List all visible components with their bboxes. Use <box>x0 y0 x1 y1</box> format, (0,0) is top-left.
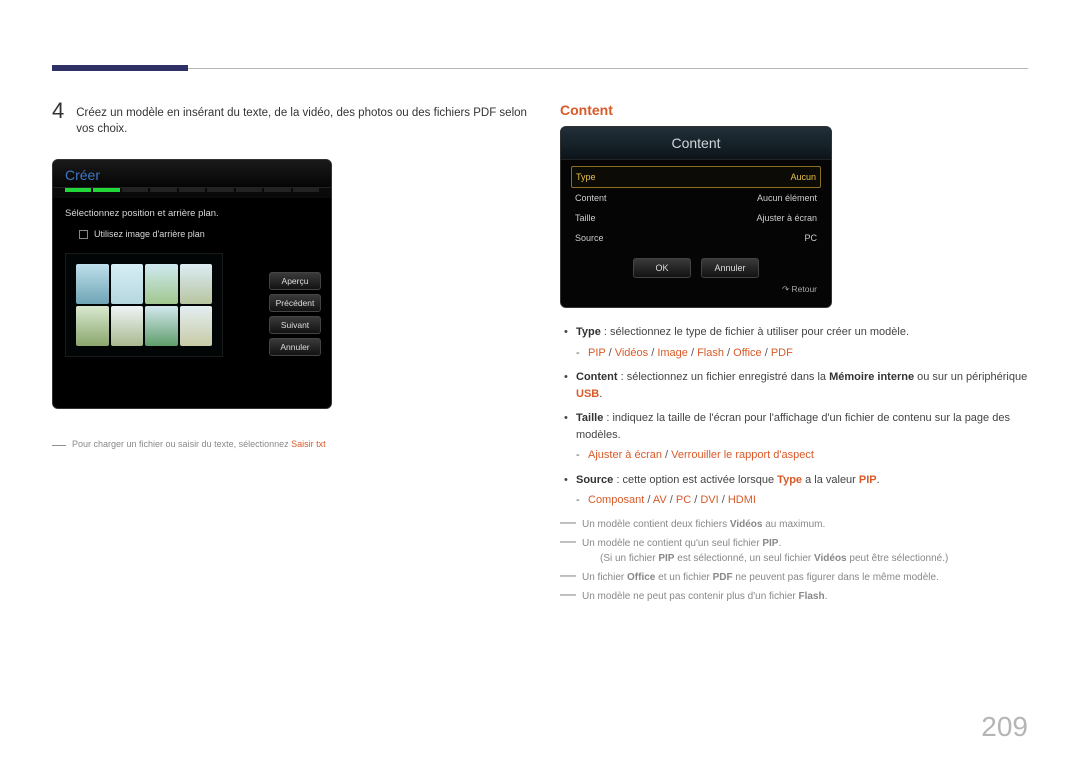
retour-label: Retour <box>791 284 817 294</box>
step-4: 4 Créez un modèle en insérant du texte, … <box>52 98 528 137</box>
content-heading: Content <box>560 102 1030 118</box>
source-label: Source <box>575 233 604 243</box>
annuler-button[interactable]: Annuler <box>269 338 321 356</box>
notes-block: ―Un modèle contient deux fichiers Vidéos… <box>560 517 1030 604</box>
sub-type-values: PIP / Vidéos / Image / Flash / Office / … <box>576 345 1030 362</box>
content-value: Aucun élément <box>757 193 817 203</box>
note-2: ―Un modèle ne contient qu'un seul fichie… <box>560 536 1030 566</box>
left-column: 4 Créez un modèle en insérant du texte, … <box>52 98 528 449</box>
annuler-content-button[interactable]: Annuler <box>701 258 759 278</box>
sub-source-values: Composant / AV / PC / DVI / HDMI <box>576 492 1030 509</box>
row-taille[interactable]: Taille Ajuster à écran <box>571 208 821 228</box>
ok-button[interactable]: OK <box>633 258 691 278</box>
sub-taille-values: Ajuster à écran / Verrouiller le rapport… <box>576 447 1030 464</box>
suivant-button[interactable]: Suivant <box>269 316 321 334</box>
creer-instruction: Sélectionnez position et arrière plan. <box>65 208 319 219</box>
row-type[interactable]: Type Aucun <box>571 166 821 188</box>
apercu-button[interactable]: Aperçu <box>269 272 321 290</box>
taille-label: Taille <box>575 213 596 223</box>
footnote-text: Pour charger un fichier ou saisir du tex… <box>72 439 291 449</box>
row-source[interactable]: Source PC <box>571 228 821 248</box>
note-3: ―Un fichier Office et un fichier PDF ne … <box>560 570 1030 585</box>
header-divider <box>52 68 1028 69</box>
source-value: PC <box>804 233 817 243</box>
left-footnote: ― Pour charger un fichier ou saisir du t… <box>52 439 528 449</box>
type-value: Aucun <box>790 172 816 182</box>
bg-image-checkbox[interactable] <box>79 230 88 239</box>
bullet-content: Content : sélectionnez un fichier enregi… <box>560 369 1030 402</box>
bullet-taille: Taille : indiquez la taille de l'écran p… <box>560 410 1030 464</box>
note-1: ―Un modèle contient deux fichiers Vidéos… <box>560 517 1030 532</box>
bullet-source: Source : cette option est activée lorsqu… <box>560 472 1030 509</box>
bullet-list: Type : sélectionnez le type de fichier à… <box>560 324 1030 509</box>
content-label: Content <box>575 193 607 203</box>
creer-title: Créer <box>53 160 331 188</box>
bullet-type: Type : sélectionnez le type de fichier à… <box>560 324 1030 361</box>
step-number: 4 <box>52 98 64 124</box>
thumbnail-grid[interactable] <box>65 253 223 357</box>
content-panel: Content Type Aucun Content Aucun élément… <box>560 126 832 308</box>
row-content[interactable]: Content Aucun élément <box>571 188 821 208</box>
creer-panel: Créer Sélectionnez position et arrière p… <box>52 159 332 409</box>
taille-value: Ajuster à écran <box>756 213 817 223</box>
content-panel-title: Content <box>561 127 831 160</box>
type-label: Type <box>576 172 596 182</box>
precedent-button[interactable]: Précédent <box>269 294 321 312</box>
note-4: ―Un modèle ne peut pas contenir plus d'u… <box>560 589 1030 604</box>
footnote-highlight: Saisir txt <box>291 439 326 449</box>
step-text: Créez un modèle en insérant du texte, de… <box>76 105 528 137</box>
bg-image-label: Utilisez image d'arrière plan <box>94 229 205 239</box>
right-column: Content Content Type Aucun Content Aucun… <box>560 98 1030 608</box>
return-icon: ↶ <box>782 284 789 295</box>
page-number: 209 <box>981 711 1028 743</box>
retour-row[interactable]: ↶Retour <box>571 278 821 297</box>
progress-bar <box>53 188 331 198</box>
